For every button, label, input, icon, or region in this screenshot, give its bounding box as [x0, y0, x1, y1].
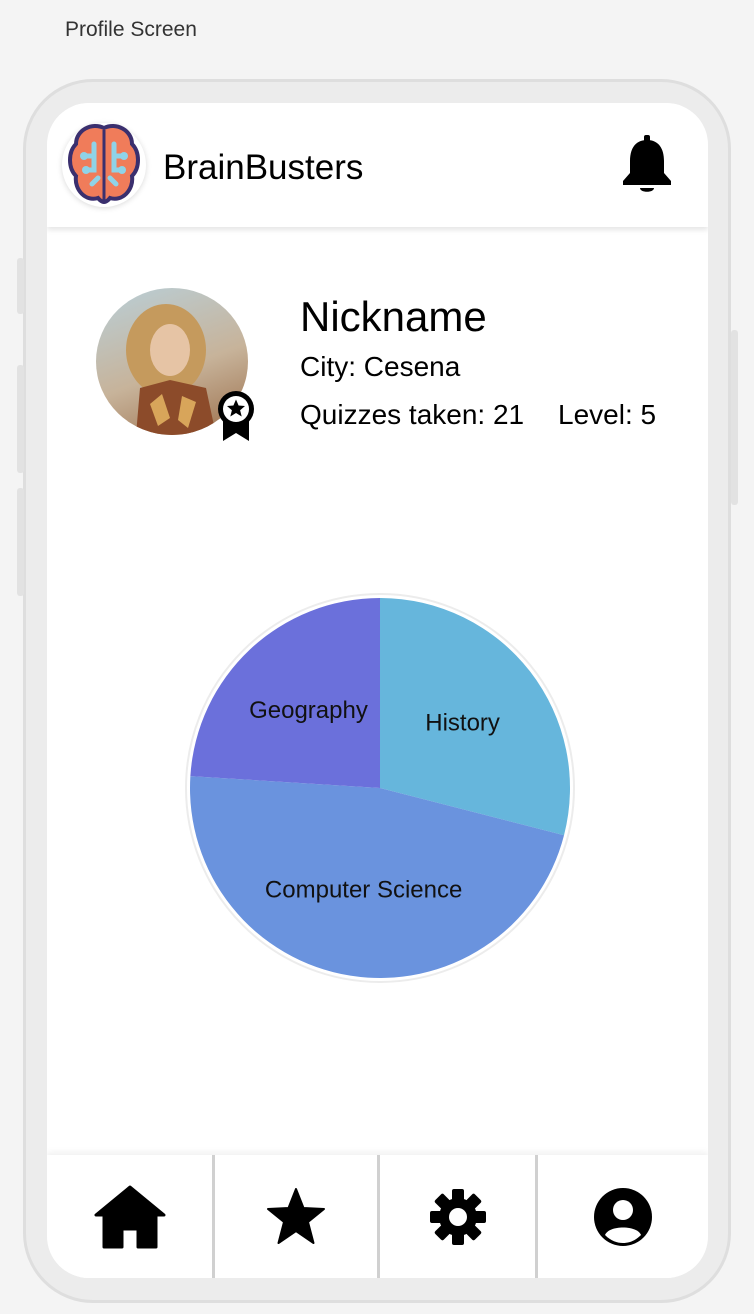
profile-icon: [594, 1187, 652, 1246]
phone-side-button: [17, 488, 24, 596]
bell-icon[interactable]: [621, 135, 673, 195]
phone-side-button: [17, 365, 24, 473]
app-screen: BrainBusters Nickname City: Cesena Quizz…: [47, 103, 708, 1278]
star-icon: [267, 1187, 325, 1244]
award-ribbon-icon: [214, 388, 258, 442]
gear-icon: [429, 1188, 486, 1245]
nav-profile[interactable]: [538, 1155, 708, 1278]
nav-settings[interactable]: [380, 1155, 535, 1278]
profile-nickname: Nickname: [300, 293, 487, 340]
phone-side-button: [17, 258, 24, 314]
nav-home[interactable]: [47, 1155, 212, 1278]
bottom-nav: [47, 1155, 708, 1278]
nav-favorites[interactable]: [215, 1155, 377, 1278]
profile-level: Level: 5: [558, 399, 657, 430]
brain-icon[interactable]: [62, 123, 146, 207]
pie-label-computer-science: Computer Science: [265, 877, 462, 904]
category-pie-chart: History Computer Science Geography: [180, 588, 580, 988]
profile-city: City: Cesena: [300, 351, 461, 382]
pie-slice-geography[interactable]: [190, 598, 380, 788]
app-header: BrainBusters: [47, 103, 708, 227]
frame-label: Profile Screen: [65, 18, 197, 41]
quizzes-taken: Quizzes taken: 21: [300, 399, 525, 430]
app-title: BrainBusters: [163, 148, 364, 187]
pie-label-history: History: [425, 709, 500, 736]
home-icon: [94, 1185, 165, 1248]
pie-label-geography: Geography: [249, 697, 368, 724]
phone-side-button: [731, 330, 738, 505]
profile-avatar-group: [96, 288, 261, 448]
